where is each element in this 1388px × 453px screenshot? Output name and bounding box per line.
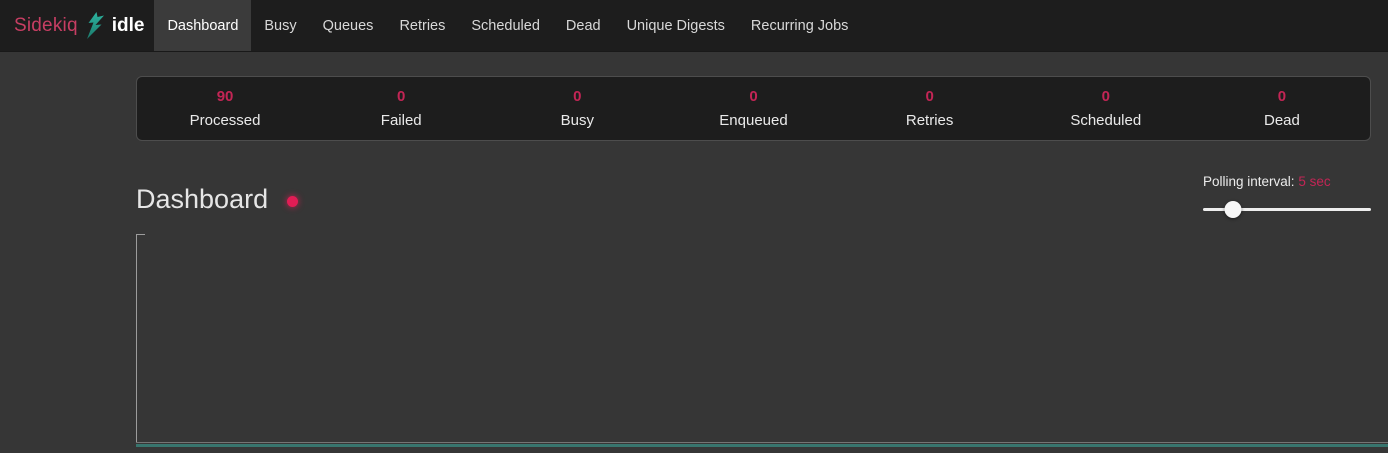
status-text: idle xyxy=(112,15,145,37)
stat-dead-label: Dead xyxy=(1194,112,1370,129)
tab-retries-link[interactable]: Retries xyxy=(386,0,458,51)
stat-retries: 0 Retries xyxy=(842,88,1018,129)
tab-queues-link[interactable]: Queues xyxy=(310,0,387,51)
brand-name: Sidekiq xyxy=(14,15,78,37)
tab-busy-link[interactable]: Busy xyxy=(251,0,309,51)
tab-unique-digests-link[interactable]: Unique Digests xyxy=(614,0,738,51)
tab-dashboard-link[interactable]: Dashboard xyxy=(154,0,251,51)
tab-dead: Dead xyxy=(553,0,614,51)
stat-busy: 0 Busy xyxy=(489,88,665,129)
polling-label-text: Polling interval: xyxy=(1203,174,1295,189)
stat-enqueued-label: Enqueued xyxy=(665,112,841,129)
stats-summary-bar: 90 Processed 0 Failed 0 Busy 0 Enqueued … xyxy=(136,76,1371,141)
title-wrap: Dashboard xyxy=(136,186,298,213)
stat-dead-value: 0 xyxy=(1194,88,1370,105)
chart-data-line xyxy=(136,444,1388,447)
tab-scheduled-link[interactable]: Scheduled xyxy=(458,0,553,51)
tab-dashboard: Dashboard xyxy=(154,0,251,51)
stat-failed: 0 Failed xyxy=(313,88,489,129)
nav-tabs: Dashboard Busy Queues Retries Scheduled … xyxy=(154,0,861,51)
chart-x-axis xyxy=(136,442,1388,443)
stat-enqueued: 0 Enqueued xyxy=(665,88,841,129)
polling-interval-slider[interactable] xyxy=(1203,201,1371,218)
stat-processed: 90 Processed xyxy=(137,88,313,129)
tab-scheduled: Scheduled xyxy=(458,0,553,51)
realtime-chart xyxy=(136,234,1388,453)
stat-enqueued-value: 0 xyxy=(665,88,841,105)
stat-processed-label: Processed xyxy=(137,112,313,129)
stat-dead: 0 Dead xyxy=(1194,88,1370,129)
chart-y-axis xyxy=(136,234,137,443)
tab-recurring-jobs-link[interactable]: Recurring Jobs xyxy=(738,0,862,51)
stat-retries-value: 0 xyxy=(842,88,1018,105)
polling-interval-value: 5 sec xyxy=(1298,174,1330,189)
tab-busy: Busy xyxy=(251,0,309,51)
stat-scheduled: 0 Scheduled xyxy=(1018,88,1194,129)
stat-processed-value: 90 xyxy=(137,88,313,105)
tab-recurring-jobs: Recurring Jobs xyxy=(738,0,862,51)
chart-y-axis-tick xyxy=(136,234,145,235)
sidekiq-logo-icon xyxy=(85,12,105,39)
tab-unique-digests: Unique Digests xyxy=(614,0,738,51)
tab-dead-link[interactable]: Dead xyxy=(553,0,614,51)
stat-busy-value: 0 xyxy=(489,88,665,105)
stat-scheduled-value: 0 xyxy=(1018,88,1194,105)
page-container: 90 Processed 0 Failed 0 Busy 0 Enqueued … xyxy=(136,76,1371,453)
tab-queues: Queues xyxy=(310,0,387,51)
page-title: Dashboard xyxy=(136,186,268,213)
slider-thumb[interactable] xyxy=(1225,201,1242,218)
page-header: Dashboard Polling interval: 5 sec xyxy=(136,186,1371,213)
stat-failed-value: 0 xyxy=(313,88,489,105)
stat-scheduled-label: Scheduled xyxy=(1018,112,1194,129)
stat-retries-label: Retries xyxy=(842,112,1018,129)
navbar: Sidekiq idle Dashboard Busy Queues Retri… xyxy=(0,0,1388,52)
polling-interval-control: Polling interval: 5 sec xyxy=(1203,174,1371,218)
stat-failed-label: Failed xyxy=(313,112,489,129)
live-beacon-icon xyxy=(287,196,298,207)
brand-home-link[interactable]: Sidekiq idle xyxy=(0,0,144,51)
polling-interval-label: Polling interval: 5 sec xyxy=(1203,174,1371,189)
stat-busy-label: Busy xyxy=(489,112,665,129)
tab-retries: Retries xyxy=(386,0,458,51)
